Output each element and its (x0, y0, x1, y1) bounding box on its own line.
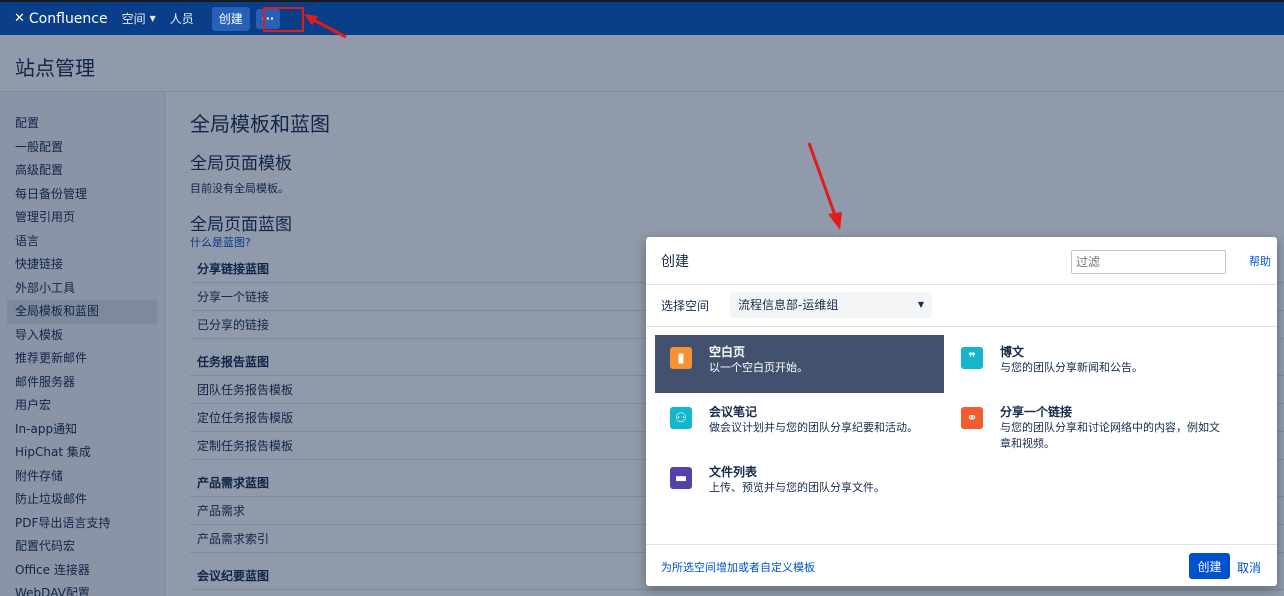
logo-text: Confluence (28, 10, 108, 27)
template-title: 空白页 (709, 345, 746, 359)
people-icon: ⚇ (670, 407, 692, 429)
folder-icon: ▬ (670, 467, 692, 489)
dialog-title: 创建 (661, 254, 689, 270)
quote-icon: ❞ (961, 347, 983, 369)
template-description: 以一个空白页开始。 (709, 361, 808, 374)
space-select-value: 流程信息部-运维组 (738, 298, 839, 312)
nav-spaces-label: 空间 (121, 12, 146, 26)
dialog-header: 创建 帮助 (646, 237, 1277, 285)
template-option[interactable]: ▮ 空白页以一个空白页开始。 (655, 335, 944, 393)
nav-people-label: 人员 (169, 12, 194, 26)
dropdown-arrow-icon: ▼ (917, 300, 924, 309)
nav-people[interactable]: 人员 (170, 10, 194, 27)
space-select[interactable]: 流程信息部-运维组 ▼ (730, 292, 932, 318)
nav-spaces[interactable]: 空间 ▼ (122, 10, 156, 27)
template-title: 会议笔记 (709, 405, 758, 419)
template-description: 与您的团队分享和讨论网络中的内容，例如文章和视频。 (1000, 421, 1220, 450)
customize-templates-link[interactable]: 为所选空间增加或者自定义模板 (661, 559, 815, 575)
create-dialog: 创建 帮助 选择空间 流程信息部-运维组 ▼ ▮ 空白页以一个空白页开始。 ❞ 博文与… (646, 237, 1277, 586)
link-icon: ⚭ (961, 407, 983, 429)
confluence-logo[interactable]: ✕ Confluence (14, 11, 108, 27)
dialog-create-label: 创建 (1197, 559, 1222, 574)
template-option[interactable]: ⚇ 会议笔记做会议计划并与您的团队分享纪要和活动。 (655, 395, 944, 453)
template-title: 文件列表 (709, 465, 758, 479)
top-navigation-bar: ✕ Confluence 空间 ▼ 人员 创建 ··· (0, 0, 1284, 35)
template-title: 博文 (1000, 345, 1025, 359)
cancel-link[interactable]: 取消 (1237, 559, 1261, 576)
chevron-down-icon: ▼ (149, 14, 156, 23)
annotation-arrow-icon (807, 142, 842, 230)
template-option[interactable]: ⚭ 分享一个链接与您的团队分享和讨论网络中的内容，例如文章和视频。 (946, 395, 1235, 453)
template-option[interactable]: ❞ 博文与您的团队分享新闻和公告。 (946, 335, 1235, 393)
template-option[interactable]: ▬ 文件列表上传、预览并与您的团队分享文件。 (655, 455, 944, 513)
help-link[interactable]: 帮助 (1249, 253, 1271, 269)
dialog-footer: 为所选空间增加或者自定义模板 创建 取消 (646, 544, 1277, 586)
template-description: 与您的团队分享新闻和公告。 (1000, 361, 1143, 374)
annotation-arrow-icon (304, 14, 347, 39)
confluence-logo-icon: ✕ (14, 11, 25, 26)
template-title: 分享一个链接 (1000, 405, 1073, 419)
template-description: 上传、预览并与您的团队分享文件。 (709, 481, 885, 494)
blank-page-icon: ▮ (670, 347, 692, 369)
create-button[interactable]: 创建 (211, 6, 250, 31)
template-description: 做会议计划并与您的团队分享纪要和活动。 (709, 421, 918, 434)
filter-input[interactable] (1071, 250, 1226, 274)
annotation-highlight-box (263, 7, 304, 32)
space-selector-row: 选择空间 流程信息部-运维组 ▼ (646, 285, 1277, 327)
space-label: 选择空间 (661, 299, 710, 313)
create-button-label: 创建 (218, 12, 243, 26)
dialog-create-button[interactable]: 创建 (1189, 553, 1230, 579)
